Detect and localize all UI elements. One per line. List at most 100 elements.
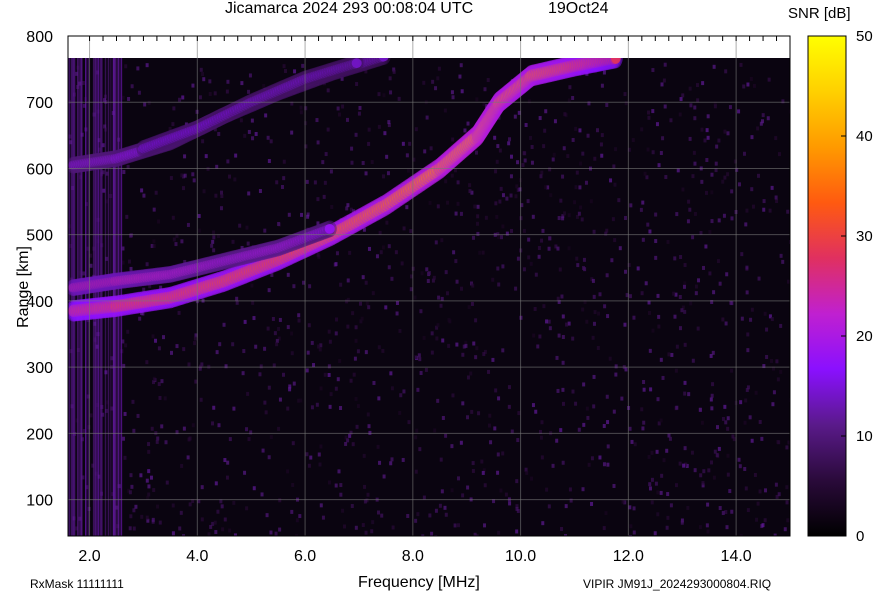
noise-cell (329, 169, 333, 174)
noise-cell (147, 100, 151, 105)
noise-cell (243, 319, 247, 324)
noise-cell (339, 282, 343, 287)
noise-cell (786, 518, 790, 523)
noise-cell (282, 64, 286, 69)
noise-cell (659, 490, 663, 495)
noise-cell (269, 435, 273, 440)
noise-cell (290, 509, 294, 514)
noise-cell (329, 392, 333, 397)
noise-cell (212, 248, 216, 253)
noise-cell (711, 382, 715, 387)
noise-cell (731, 434, 735, 439)
noise-cell (359, 301, 363, 306)
noise-cell (602, 462, 606, 467)
noise-cell (494, 169, 498, 174)
noise-cell (592, 404, 596, 409)
noise-cell (466, 121, 470, 126)
noise-cell (507, 385, 511, 390)
noise-cell (121, 436, 125, 441)
noise-cell (509, 174, 513, 179)
noise-cell (683, 380, 687, 385)
noise-cell (443, 505, 447, 510)
noise-cell (538, 116, 542, 121)
y-tick-label: 400 (26, 294, 53, 311)
noise-cell (493, 426, 497, 431)
noise-cell (283, 69, 287, 74)
noise-cell (574, 126, 578, 131)
noise-cell (306, 350, 310, 355)
noise-cell (779, 253, 783, 258)
noise-cell (765, 327, 769, 332)
noise-cell (297, 318, 301, 323)
noise-cell (695, 83, 699, 88)
noise-cell (447, 343, 451, 348)
noise-cell (171, 531, 175, 536)
noise-cell (375, 254, 379, 259)
noise-cell (426, 279, 430, 284)
noise-cell (433, 428, 437, 433)
noise-cell (308, 284, 312, 289)
noise-cell (581, 307, 585, 312)
noise-cell (157, 219, 161, 224)
noise-cell (443, 108, 447, 113)
noise-cell (651, 328, 655, 333)
noise-cell (286, 406, 290, 411)
noise-cell (221, 527, 225, 532)
noise-cell (180, 463, 184, 468)
noise-cell (553, 119, 557, 124)
noise-cell (529, 261, 533, 266)
noise-cell (509, 154, 513, 159)
noise-cell (193, 336, 197, 341)
noise-cell (243, 133, 247, 138)
noise-cell (422, 335, 426, 340)
noise-cell (654, 212, 658, 217)
noise-cell (706, 529, 710, 534)
noise-cell (567, 321, 571, 326)
noise-cell (271, 316, 275, 321)
noise-cell (204, 154, 208, 159)
noise-cell (328, 404, 332, 409)
noise-cell (408, 141, 412, 146)
noise-cell (590, 456, 594, 461)
noise-cell (278, 527, 282, 532)
noise-cell (436, 398, 440, 403)
noise-cell (182, 347, 186, 352)
noise-cell (706, 502, 710, 507)
noise-cell (571, 336, 575, 341)
noise-cell (275, 342, 279, 347)
noise-cell (377, 510, 381, 515)
noise-cell (559, 428, 563, 433)
noise-cell (681, 187, 685, 192)
noise-cell (641, 237, 645, 242)
noise-cell (682, 284, 686, 289)
noise-cell (617, 198, 621, 203)
noise-cell (290, 351, 294, 356)
noise-cell (750, 307, 754, 312)
noise-cell (527, 237, 531, 242)
noise-cell (134, 504, 138, 509)
noise-cell (561, 401, 565, 406)
noise-cell (571, 389, 575, 394)
noise-cell (267, 455, 271, 460)
noise-cell (501, 451, 505, 456)
noise-cell (606, 314, 610, 319)
noise-streak (68, 58, 70, 536)
noise-cell (363, 484, 367, 489)
noise-cell (305, 179, 309, 184)
noise-cell (136, 413, 140, 418)
noise-cell (515, 479, 519, 484)
noise-cell (531, 403, 535, 408)
noise-cell (774, 136, 778, 141)
noise-cell (355, 82, 359, 87)
noise-cell (222, 322, 226, 327)
noise-cell (663, 104, 667, 109)
noise-cell (663, 62, 667, 67)
noise-cell (710, 460, 714, 465)
noise-cell (497, 396, 501, 401)
noise-cell (662, 458, 666, 463)
noise-cell (555, 438, 559, 443)
noise-cell (275, 180, 279, 185)
noise-cell (730, 189, 734, 194)
noise-cell (269, 139, 273, 144)
noise-cell (310, 405, 314, 410)
